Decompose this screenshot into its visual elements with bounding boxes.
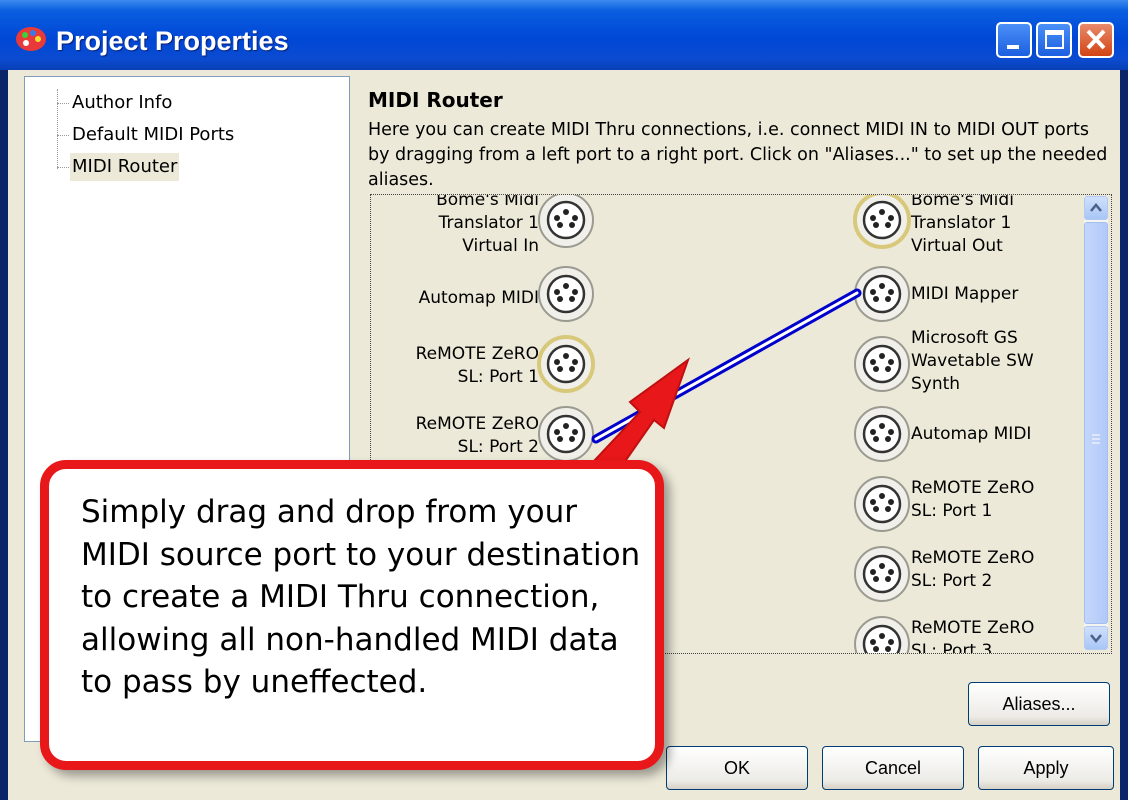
callout-text: Simply drag and drop from your MIDI sour… [81,494,641,700]
annotation-callout: Simply drag and drop from your MIDI sour… [40,460,664,770]
